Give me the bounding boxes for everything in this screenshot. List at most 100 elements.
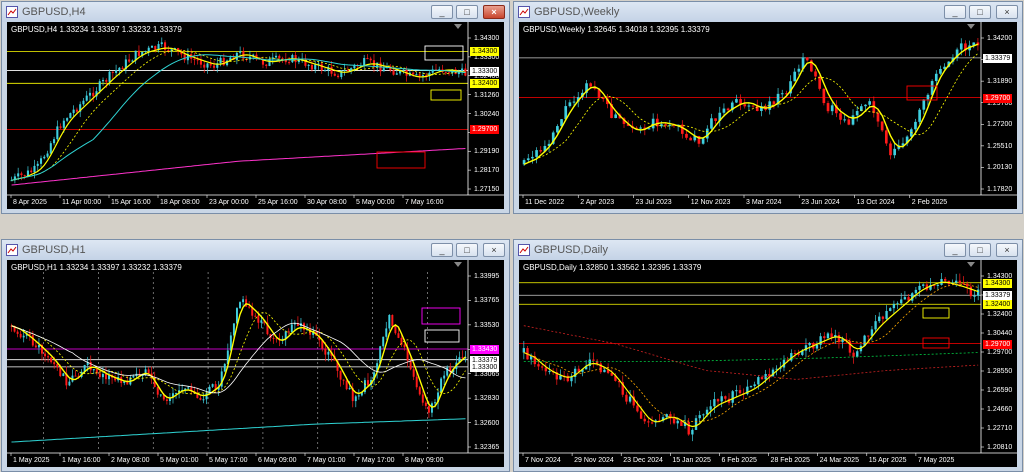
moving-average-line (523, 53, 979, 165)
candle-body (22, 335, 25, 338)
candle-body (914, 289, 918, 294)
chart-window-gbpusd-h4[interactable]: GBPUSD,H4 _ □ × GBPUSD,H4 1.33234 1.3339… (1, 1, 510, 214)
candle-body (118, 67, 121, 71)
candle-body (98, 81, 101, 92)
candle-body (896, 303, 899, 305)
close-button[interactable]: × (483, 243, 505, 257)
candle-body (856, 351, 859, 357)
maximize-button[interactable]: □ (456, 243, 478, 257)
candle-body (47, 356, 50, 358)
chart-window-gbpusd-weekly[interactable]: GBPUSD,Weekly _ □ × GBPUSD,Weekly 1.3264… (513, 1, 1023, 214)
candle-body (330, 66, 333, 74)
time-scale-label: 7 Nov 2024 (525, 457, 561, 464)
window-title: GBPUSD,Daily (534, 244, 608, 256)
candle-body (287, 331, 290, 333)
highlighted-price-label: 1.33379 (983, 291, 1013, 301)
candle-body (391, 314, 394, 327)
candle-body (457, 72, 460, 75)
candle-body (418, 74, 421, 76)
window-titlebar[interactable]: GBPUSD,H4 _ □ × (2, 2, 509, 22)
candle-body (826, 103, 830, 112)
candle-body (731, 391, 734, 403)
candle-body (855, 111, 859, 116)
candle-body (830, 333, 833, 338)
price-scale-label: 1.33530 (474, 321, 500, 329)
price-chart[interactable]: GBPUSD,H1 1.33234 1.33397 1.33232 1.3337… (7, 260, 504, 467)
maximize-button[interactable]: □ (969, 243, 991, 257)
candle-body (889, 308, 892, 311)
candle-body (701, 138, 705, 144)
candle-body (339, 370, 342, 380)
candle-body (278, 55, 281, 59)
window-titlebar[interactable]: GBPUSD,Weekly _ □ × (514, 2, 1022, 22)
price-chart[interactable]: GBPUSD,Daily 1.32850 1.33562 1.32395 1.3… (519, 260, 1017, 467)
candle-body (415, 74, 418, 76)
candle-body (137, 50, 140, 56)
time-scale-label: 2 Feb 2025 (911, 199, 948, 206)
candle-body (348, 387, 351, 390)
candle-body (242, 299, 245, 303)
candle-body (147, 47, 150, 52)
window-titlebar[interactable]: GBPUSD,H1 _ □ × (2, 240, 509, 260)
candle-body (211, 384, 214, 387)
candle-body (183, 54, 186, 61)
candle-body (314, 64, 317, 70)
candle-body (66, 118, 69, 121)
price-scale-label: 1.20810 (987, 444, 1013, 451)
time-scale-label: 18 Apr 08:00 (160, 199, 200, 206)
candle-body (105, 79, 108, 82)
maximize-button[interactable]: □ (969, 5, 991, 19)
time-scale-label: 23 Dec 2024 (623, 457, 663, 464)
annotation-rectangle (922, 307, 950, 319)
window-title: GBPUSD,H4 (22, 6, 86, 18)
candle-body (394, 326, 397, 334)
candle-body (852, 352, 855, 357)
chart-canvas (7, 260, 504, 456)
minimize-button[interactable]: _ (944, 5, 966, 19)
close-button[interactable]: × (483, 5, 505, 19)
candle-body (570, 376, 573, 382)
close-button[interactable]: × (996, 5, 1018, 19)
chart-window-gbpusd-h1[interactable]: GBPUSD,H1 _ □ × GBPUSD,H1 1.33234 1.3339… (1, 239, 510, 472)
candle-body (202, 399, 205, 401)
candle-body (111, 71, 114, 73)
window-title: GBPUSD,H1 (22, 244, 86, 256)
candle-body (444, 72, 447, 74)
candle-body (636, 405, 639, 412)
candle-body (369, 58, 372, 61)
candle-body (92, 369, 95, 371)
time-scale-label: 6 May 09:00 (258, 457, 297, 464)
price-scale-label: 1.32400 (987, 311, 1013, 318)
maximize-button[interactable]: □ (456, 5, 478, 19)
candle-body (847, 119, 851, 125)
candle-body (62, 373, 65, 377)
chart-shift-marker (967, 24, 975, 29)
candle-body (74, 375, 77, 377)
minimize-button[interactable]: _ (944, 243, 966, 257)
time-scale-label: 2 Apr 2023 (580, 199, 615, 206)
moving-average-line (11, 303, 466, 408)
candle-body (154, 45, 157, 50)
minimize-button[interactable]: _ (431, 243, 453, 257)
chart-window-gbpusd-daily[interactable]: GBPUSD,Daily _ □ × GBPUSD,Daily 1.32850 … (513, 239, 1023, 472)
chart-info-label: GBPUSD,H4 1.33234 1.33397 1.33232 1.3337… (11, 25, 182, 34)
candle-body (23, 175, 26, 177)
window-titlebar[interactable]: GBPUSD,Daily _ □ × (514, 240, 1022, 260)
candle-body (559, 375, 562, 380)
candle-body (826, 333, 830, 339)
candle-body (851, 115, 855, 125)
close-button[interactable]: × (996, 243, 1018, 257)
candle-body (958, 280, 962, 284)
price-chart[interactable]: GBPUSD,H4 1.33234 1.33397 1.33232 1.3337… (7, 22, 504, 209)
minimize-button[interactable]: _ (431, 5, 453, 19)
candle-body (199, 398, 202, 400)
candle-body (310, 64, 313, 70)
chart-info-label: GBPUSD,Weekly 1.32645 1.34018 1.32395 1.… (523, 25, 710, 34)
candle-body (650, 422, 654, 424)
price-chart[interactable]: GBPUSD,Weekly 1.32645 1.34018 1.32395 1.… (519, 22, 1017, 209)
candle-body (709, 406, 712, 410)
moving-average-line (11, 311, 466, 395)
time-scale-label: 15 Apr 2025 (868, 457, 907, 464)
time-scale-label: 13 Oct 2024 (856, 199, 895, 206)
time-scale-label: 5 May 17:00 (209, 457, 248, 464)
